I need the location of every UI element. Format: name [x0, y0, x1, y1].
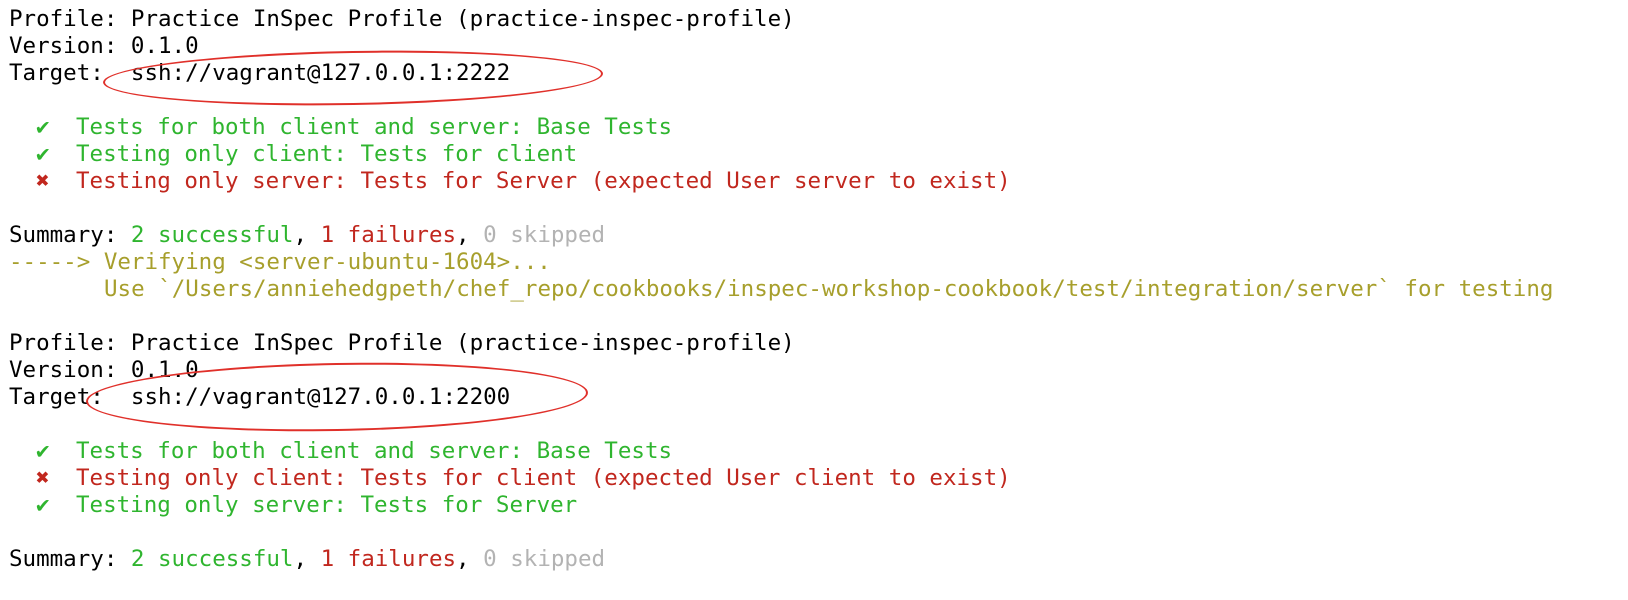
check-text: Testing only client: Tests for client: [76, 141, 578, 167]
version-label: Version:: [9, 357, 118, 383]
version-value: 0.1.0: [130, 357, 199, 383]
check-text: Testing only client: Tests for client (e…: [76, 465, 1011, 491]
target-line: Target: ssh://vagrant@127.0.0.1:2222: [9, 60, 1553, 87]
version-line: Version: 0.1.0: [9, 357, 1553, 384]
check-row: ✔ Tests for both client and server: Base …: [9, 114, 1553, 141]
check-text: Tests for both client and server: Base T…: [76, 114, 673, 140]
target-value: ssh://vagrant@127.0.0.1:2222: [130, 60, 511, 86]
summary-skipped: 0 skipped: [483, 546, 606, 572]
summary-successful: 2 successful: [130, 222, 294, 248]
check-row: ✖ Testing only server: Tests for Server (…: [9, 168, 1553, 195]
summary-line: Summary: 2 successful, 1 failures, 0 ski…: [9, 546, 1553, 573]
version-value: 0.1.0: [130, 33, 199, 59]
summary-failures: 1 failures: [320, 546, 457, 572]
check-text: Tests for both client and server: Base T…: [76, 438, 673, 464]
version-line: Version: 0.1.0: [9, 33, 1553, 60]
profile-line: Profile: Practice InSpec Profile (practi…: [9, 330, 795, 356]
check-text: Testing only server: Tests for Server: [76, 492, 578, 518]
check-mark-icon: ✔: [36, 141, 50, 167]
cross-mark-icon: ✖: [36, 465, 50, 491]
verifying-line: -----> Verifying <server-ubuntu-1604>...: [9, 249, 551, 275]
check-row: ✔ Testing only server: Tests for Server: [9, 492, 1553, 519]
cross-mark-icon: ✖: [36, 168, 50, 194]
summary-failures: 1 failures: [320, 222, 457, 248]
summary-label: Summary:: [9, 546, 118, 572]
summary-successful: 2 successful: [130, 546, 294, 572]
check-row: ✔ Testing only client: Tests for client: [9, 141, 1553, 168]
summary-sep: ,: [456, 222, 484, 248]
summary-line: Summary: 2 successful, 1 failures, 0 ski…: [9, 222, 1553, 249]
profile-line: Profile: Practice InSpec Profile (practi…: [9, 6, 795, 32]
terminal-output: Profile: Practice InSpec Profile (practi…: [9, 6, 1553, 573]
summary-sep: ,: [456, 546, 484, 572]
summary-skipped: 0 skipped: [483, 222, 606, 248]
target-label: Target:: [9, 60, 104, 86]
check-text: Testing only server: Tests for Server (e…: [76, 168, 1011, 194]
summary-sep: ,: [293, 222, 321, 248]
target-value: ssh://vagrant@127.0.0.1:2200: [130, 384, 511, 410]
version-label: Version:: [9, 33, 118, 59]
summary-label: Summary:: [9, 222, 118, 248]
target-line: Target: ssh://vagrant@127.0.0.1:2200: [9, 384, 1553, 411]
check-mark-icon: ✔: [36, 492, 50, 518]
verifying-path-line: Use `/Users/anniehedgpeth/chef_repo/cook…: [104, 276, 1554, 302]
check-mark-icon: ✔: [36, 114, 50, 140]
target-label: Target:: [9, 384, 104, 410]
check-row: ✖ Testing only client: Tests for client (…: [9, 465, 1553, 492]
check-row: ✔ Tests for both client and server: Base …: [9, 438, 1553, 465]
check-mark-icon: ✔: [36, 438, 50, 464]
summary-sep: ,: [293, 546, 321, 572]
